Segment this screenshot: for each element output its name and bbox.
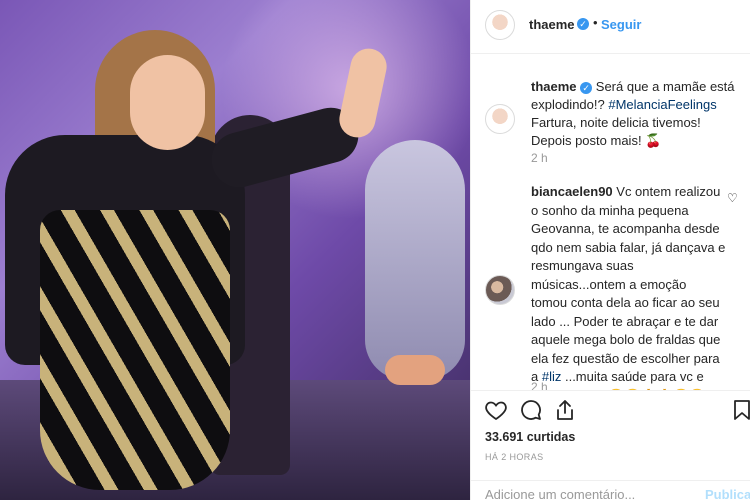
comment-bubble-icon[interactable] xyxy=(519,398,543,422)
commenter-avatar[interactable] xyxy=(485,275,515,305)
comment-text: biancaelen90 Vc ontem realizou o sonho d… xyxy=(531,183,726,390)
comment-timestamp[interactable]: 2 h xyxy=(531,380,548,390)
caption-timestamp[interactable]: 2 h xyxy=(531,151,548,165)
bookmark-icon[interactable] xyxy=(730,398,750,422)
caption-body-end: Fartura, noite delicia tivemos! Depois p… xyxy=(531,115,701,148)
add-comment-bar: Publicar xyxy=(471,480,750,502)
penguin-foot xyxy=(385,355,445,385)
author-avatar[interactable] xyxy=(485,10,515,40)
penguin-balloon xyxy=(365,140,465,380)
caption-author-avatar[interactable] xyxy=(485,104,515,134)
post-header: thaeme ✓ • Seguir xyxy=(471,0,750,54)
verified-badge-icon: ✓ xyxy=(577,18,589,30)
caption-text: thaeme ✓ Será que a mamãe está explodind… xyxy=(531,78,736,150)
post-age[interactable]: HÁ 2 HORAS xyxy=(485,452,544,462)
singer-face xyxy=(130,55,205,150)
verified-badge-icon: ✓ xyxy=(580,81,593,94)
author-username[interactable]: thaeme xyxy=(529,17,575,32)
post-side-panel: thaeme ✓ • Seguir thaeme ✓ Será que a ma… xyxy=(470,0,750,502)
likes-count[interactable]: 33.691 curtidas xyxy=(485,430,575,444)
comments-list[interactable]: thaeme ✓ Será que a mamãe está explodind… xyxy=(471,60,750,390)
comment-like-heart-icon[interactable]: ♡ xyxy=(727,191,738,205)
caption-username[interactable]: thaeme xyxy=(531,79,577,94)
commenter-username[interactable]: biancaelen90 xyxy=(531,184,613,199)
post-photo[interactable] xyxy=(0,0,470,500)
post-actions: 33.691 curtidas HÁ 2 HORAS Publicar xyxy=(471,390,750,502)
like-heart-icon[interactable] xyxy=(484,398,508,422)
separator-dot: • xyxy=(593,15,598,30)
cherry-emoji: 🍒 xyxy=(645,133,662,148)
comment-body-start: Vc ontem realizou o sonho da minha peque… xyxy=(531,184,726,384)
singer-dress xyxy=(40,210,230,490)
share-icon[interactable] xyxy=(553,398,577,422)
follow-button[interactable]: Seguir xyxy=(601,17,641,32)
caption-hashtag-link[interactable]: #MelanciaFeelings xyxy=(608,97,716,112)
